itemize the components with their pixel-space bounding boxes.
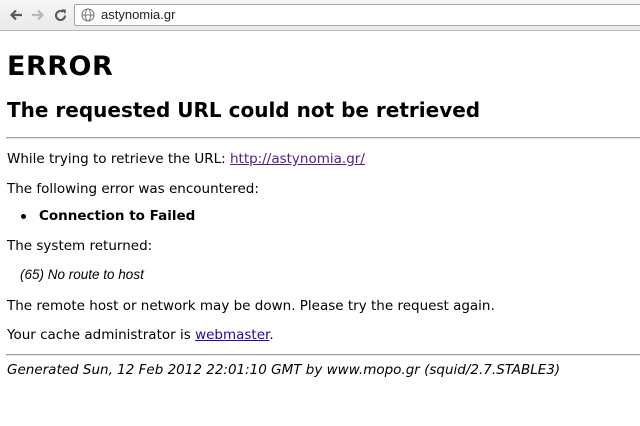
- reload-icon: [54, 8, 66, 21]
- retrieve-url-prefix: While trying to retrieve the URL:: [7, 151, 230, 167]
- reload-button[interactable]: [50, 5, 70, 25]
- retrieve-url-link[interactable]: http://astynomia.gr/: [230, 151, 365, 167]
- error-list-text: Connection to Failed: [39, 208, 196, 224]
- top-divider: [6, 137, 640, 139]
- bottom-divider: [6, 354, 640, 356]
- encountered-line: The following error was encountered:: [7, 181, 259, 197]
- error-subheading: The requested URL could not be retrieved: [7, 98, 481, 122]
- retrieve-url-line: While trying to retrieve the URL: http:/…: [7, 151, 365, 167]
- footer-generated: Generated Sun, 12 Feb 2012 22:01:10 GMT …: [7, 362, 561, 378]
- cache-admin-suffix: .: [269, 327, 274, 343]
- back-arrow-icon: [9, 9, 22, 21]
- bullet-icon: [21, 213, 26, 219]
- remote-down-line: The remote host or network may be down. …: [7, 298, 495, 314]
- system-returned-label: The system returned:: [7, 238, 153, 254]
- address-bar[interactable]: astynomia.gr: [74, 4, 640, 26]
- forward-arrow-icon: [32, 9, 45, 21]
- webmaster-link[interactable]: webmaster: [195, 327, 269, 343]
- error-heading: ERROR: [7, 51, 114, 82]
- forward-button[interactable]: [28, 5, 48, 25]
- back-button[interactable]: [6, 5, 26, 25]
- error-list-item: Connection to Failed: [21, 208, 195, 224]
- cache-admin-prefix: Your cache administrator is: [7, 327, 196, 343]
- cache-admin-line: Your cache administrator is webmaster.: [7, 327, 274, 343]
- address-bar-url: astynomia.gr: [101, 7, 176, 22]
- system-returned-value: (65) No route to host: [20, 267, 144, 282]
- browser-toolbar: astynomia.gr: [0, 0, 640, 31]
- globe-icon: [81, 8, 95, 22]
